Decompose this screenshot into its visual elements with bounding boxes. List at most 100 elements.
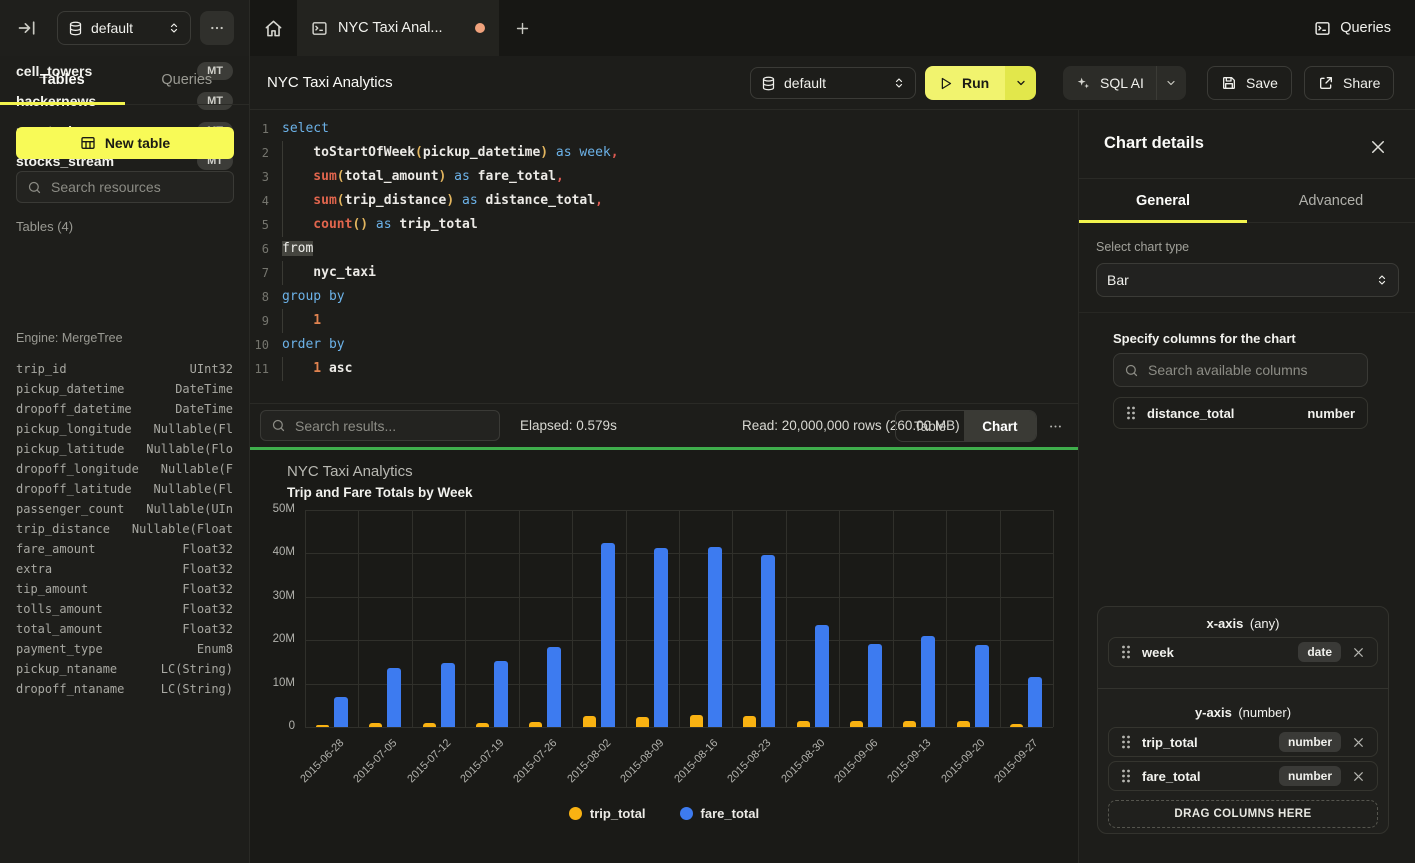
bar-fare-total[interactable] (441, 663, 455, 727)
tab-advanced[interactable]: Advanced (1247, 180, 1415, 222)
save-icon (1221, 75, 1237, 91)
columns-search[interactable] (1113, 353, 1368, 387)
sidebar-search[interactable] (16, 171, 234, 203)
bar-fare-total[interactable] (708, 547, 722, 727)
home-button[interactable] (250, 0, 297, 56)
results-more-button[interactable] (1043, 416, 1067, 436)
column-type: Float32 (182, 602, 233, 616)
bar-trip-total[interactable] (583, 716, 596, 727)
chart-type-select[interactable]: Bar (1096, 263, 1399, 297)
sidebar-search-input[interactable] (51, 179, 223, 195)
run-button[interactable]: Run (925, 66, 1005, 100)
axis-chip-week[interactable]: weekdate (1108, 637, 1378, 667)
new-tab-button[interactable] (505, 14, 539, 42)
run-options-button[interactable] (1005, 66, 1036, 100)
bar-trip-total[interactable] (743, 716, 756, 727)
bar-fare-total[interactable] (334, 697, 348, 727)
line-number: 1 (250, 117, 282, 141)
bar-trip-total[interactable] (850, 721, 863, 727)
bar-fare-total[interactable] (921, 636, 935, 727)
bar-trip-total[interactable] (690, 715, 703, 727)
view-chart-button[interactable]: Chart (964, 411, 1035, 441)
drag-columns-drop-zone[interactable]: DRAG COLUMNS HERE (1108, 800, 1378, 828)
bar-fare-total[interactable] (654, 548, 668, 727)
column-row: tolls_amountFloat32 (0, 599, 249, 619)
bar-trip-total[interactable] (903, 721, 916, 728)
y-axis-tick: 20M (243, 633, 295, 645)
bar-fare-total[interactable] (815, 625, 829, 727)
legend-item-fare_total[interactable]: fare_total (680, 806, 760, 821)
axis-chip-fare_total[interactable]: fare_totalnumber (1108, 761, 1378, 791)
collapse-sidebar-icon (17, 18, 37, 38)
remove-column-button[interactable] (1352, 770, 1365, 783)
bar-trip-total[interactable] (1010, 724, 1023, 728)
bar-fare-total[interactable] (494, 661, 508, 727)
columns-search-input[interactable] (1148, 362, 1357, 378)
gridline-vertical (305, 510, 306, 727)
queries-button[interactable]: Queries (1306, 14, 1399, 42)
tab-nyc-taxi-analytics[interactable]: NYC Taxi Anal... (297, 0, 499, 56)
bar-trip-total[interactable] (957, 721, 970, 727)
bar-chart[interactable]: 50M40M30M20M10M02015-06-282015-07-052015… (305, 510, 1053, 727)
bar-fare-total[interactable] (761, 555, 775, 727)
drag-handle-icon[interactable] (1121, 645, 1131, 659)
sql-editor[interactable]: 1select2toStartOfWeek(pickup_datetime) a… (250, 110, 1078, 403)
gridline-vertical (412, 510, 413, 727)
drag-handle-icon[interactable] (1126, 406, 1136, 420)
sql-ai-options-button[interactable] (1156, 66, 1186, 100)
run-database-selector[interactable]: default (750, 67, 916, 99)
bar-trip-total[interactable] (476, 723, 489, 727)
bar-trip-total[interactable] (529, 722, 542, 727)
sidebar-tab-tables[interactable]: Tables (0, 56, 125, 104)
axis-column-type: number (1279, 766, 1341, 786)
bar-trip-total[interactable] (797, 721, 810, 728)
token: count (313, 217, 352, 232)
bar-fare-total[interactable] (1028, 677, 1042, 727)
view-table-button[interactable]: Table (896, 411, 964, 441)
bar-fare-total[interactable] (601, 543, 615, 727)
remove-column-button[interactable] (1352, 736, 1365, 749)
results-search-input[interactable] (295, 418, 489, 434)
bar-fare-total[interactable] (547, 647, 561, 727)
save-button[interactable]: Save (1207, 66, 1292, 100)
column-type: Nullable(UIn (146, 502, 233, 516)
sidebar-tab-queries[interactable]: Queries (125, 56, 250, 104)
token: as (454, 193, 485, 208)
line-number: 6 (250, 237, 282, 261)
axis-column-type: number (1279, 732, 1341, 752)
nyc-taxi-columns: trip_idUInt32pickup_datetimeDateTimedrop… (0, 359, 249, 699)
sql-ai-button[interactable]: SQL AI (1063, 75, 1156, 91)
token: trip_total (399, 217, 477, 232)
new-table-button[interactable]: New table (16, 127, 234, 159)
bar-fare-total[interactable] (868, 644, 882, 727)
chart-details-header: Chart details (1079, 110, 1415, 179)
column-type: LC(String) (161, 682, 233, 696)
close-icon (1369, 138, 1387, 156)
axis-chip-trip_total[interactable]: trip_totalnumber (1108, 727, 1378, 757)
chart-panel: NYC Taxi Analytics Trip and Fare Totals … (250, 447, 1078, 863)
column-row: dropoff_ntanameLC(String) (0, 679, 249, 699)
tab-general[interactable]: General (1079, 180, 1247, 222)
workspace-more-button[interactable] (200, 11, 234, 45)
token: pickup_datetime (423, 145, 540, 160)
bar-trip-total[interactable] (636, 717, 649, 727)
bar-fare-total[interactable] (975, 645, 989, 727)
drag-handle-icon[interactable] (1121, 735, 1131, 749)
bar-trip-total[interactable] (316, 725, 329, 727)
bar-trip-total[interactable] (423, 723, 436, 727)
available-column-distance-total[interactable]: distance_total number (1113, 397, 1368, 429)
app-window: default NYC Taxi Anal... (0, 0, 1415, 863)
database-selector[interactable]: default (57, 11, 191, 45)
column-type: Nullable(Flo (146, 442, 233, 456)
legend-item-trip_total[interactable]: trip_total (569, 806, 646, 821)
close-panel-button[interactable] (1367, 136, 1389, 158)
token: select (282, 121, 329, 136)
drag-handle-icon[interactable] (1121, 769, 1131, 783)
remove-column-button[interactable] (1352, 646, 1365, 659)
bar-trip-total[interactable] (369, 723, 382, 727)
token: distance_total (486, 193, 596, 208)
results-search[interactable] (260, 410, 500, 441)
share-button[interactable]: Share (1304, 66, 1394, 100)
bar-fare-total[interactable] (387, 668, 401, 728)
collapse-sidebar-button[interactable] (12, 16, 42, 40)
